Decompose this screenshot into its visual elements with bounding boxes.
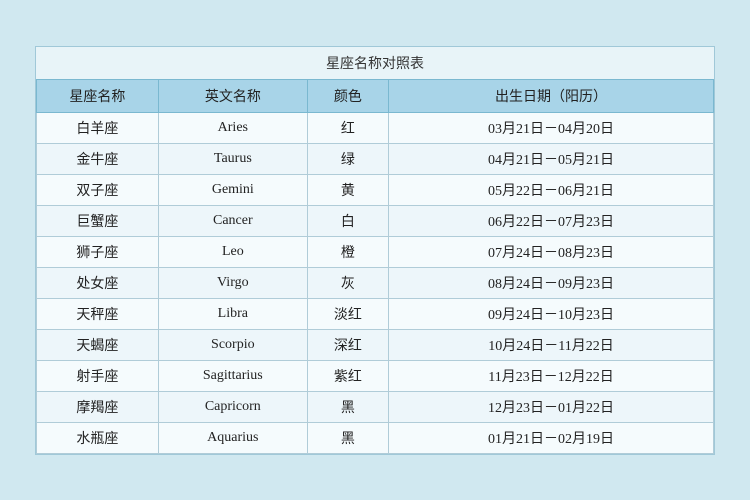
cell-english-name: Taurus <box>158 143 307 174</box>
cell-chinese-name: 巨蟹座 <box>37 205 159 236</box>
cell-chinese-name: 白羊座 <box>37 112 159 143</box>
cell-birth-date: 06月22日－07月23日 <box>389 205 714 236</box>
cell-birth-date: 11月23日－12月22日 <box>389 360 714 391</box>
cell-birth-date: 05月22日－06月21日 <box>389 174 714 205</box>
zodiac-table: 星座名称 英文名称 颜色 出生日期（阳历） 白羊座Aries红03月21日－04… <box>36 79 714 454</box>
cell-birth-date: 03月21日－04月20日 <box>389 112 714 143</box>
header-color: 颜色 <box>307 79 388 112</box>
cell-chinese-name: 狮子座 <box>37 236 159 267</box>
cell-birth-date: 10月24日－11月22日 <box>389 329 714 360</box>
cell-chinese-name: 双子座 <box>37 174 159 205</box>
cell-color: 黑 <box>307 422 388 453</box>
header-chinese-name: 星座名称 <box>37 79 159 112</box>
table-row: 天秤座Libra淡红09月24日－10月23日 <box>37 298 714 329</box>
table-row: 巨蟹座Cancer白06月22日－07月23日 <box>37 205 714 236</box>
cell-english-name: Virgo <box>158 267 307 298</box>
cell-color: 黄 <box>307 174 388 205</box>
cell-chinese-name: 处女座 <box>37 267 159 298</box>
table-row: 金牛座Taurus绿04月21日－05月21日 <box>37 143 714 174</box>
cell-color: 淡红 <box>307 298 388 329</box>
cell-english-name: Gemini <box>158 174 307 205</box>
cell-chinese-name: 水瓶座 <box>37 422 159 453</box>
cell-color: 黑 <box>307 391 388 422</box>
table-row: 天蝎座Scorpio深红10月24日－11月22日 <box>37 329 714 360</box>
cell-birth-date: 07月24日－08月23日 <box>389 236 714 267</box>
cell-color: 绿 <box>307 143 388 174</box>
page-title: 星座名称对照表 <box>36 47 714 79</box>
cell-birth-date: 09月24日－10月23日 <box>389 298 714 329</box>
table-body: 白羊座Aries红03月21日－04月20日金牛座Taurus绿04月21日－0… <box>37 112 714 453</box>
cell-color: 白 <box>307 205 388 236</box>
table-header-row: 星座名称 英文名称 颜色 出生日期（阳历） <box>37 79 714 112</box>
table-row: 射手座Sagittarius紫红11月23日－12月22日 <box>37 360 714 391</box>
cell-birth-date: 08月24日－09月23日 <box>389 267 714 298</box>
cell-color: 紫红 <box>307 360 388 391</box>
cell-chinese-name: 天蝎座 <box>37 329 159 360</box>
table-row: 处女座Virgo灰08月24日－09月23日 <box>37 267 714 298</box>
cell-chinese-name: 摩羯座 <box>37 391 159 422</box>
table-row: 白羊座Aries红03月21日－04月20日 <box>37 112 714 143</box>
cell-english-name: Aries <box>158 112 307 143</box>
cell-birth-date: 01月21日－02月19日 <box>389 422 714 453</box>
cell-color: 橙 <box>307 236 388 267</box>
cell-english-name: Capricorn <box>158 391 307 422</box>
header-birth-date: 出生日期（阳历） <box>389 79 714 112</box>
cell-birth-date: 04月21日－05月21日 <box>389 143 714 174</box>
cell-chinese-name: 射手座 <box>37 360 159 391</box>
cell-color: 红 <box>307 112 388 143</box>
table-row: 水瓶座Aquarius黑01月21日－02月19日 <box>37 422 714 453</box>
cell-color: 深红 <box>307 329 388 360</box>
header-english-name: 英文名称 <box>158 79 307 112</box>
table-row: 摩羯座Capricorn黑12月23日－01月22日 <box>37 391 714 422</box>
cell-color: 灰 <box>307 267 388 298</box>
cell-english-name: Cancer <box>158 205 307 236</box>
cell-english-name: Leo <box>158 236 307 267</box>
cell-birth-date: 12月23日－01月22日 <box>389 391 714 422</box>
cell-english-name: Sagittarius <box>158 360 307 391</box>
cell-english-name: Scorpio <box>158 329 307 360</box>
cell-chinese-name: 金牛座 <box>37 143 159 174</box>
cell-chinese-name: 天秤座 <box>37 298 159 329</box>
table-row: 双子座Gemini黄05月22日－06月21日 <box>37 174 714 205</box>
zodiac-table-container: 星座名称对照表 星座名称 英文名称 颜色 出生日期（阳历） 白羊座Aries红0… <box>35 46 715 455</box>
table-row: 狮子座Leo橙07月24日－08月23日 <box>37 236 714 267</box>
cell-english-name: Libra <box>158 298 307 329</box>
cell-english-name: Aquarius <box>158 422 307 453</box>
